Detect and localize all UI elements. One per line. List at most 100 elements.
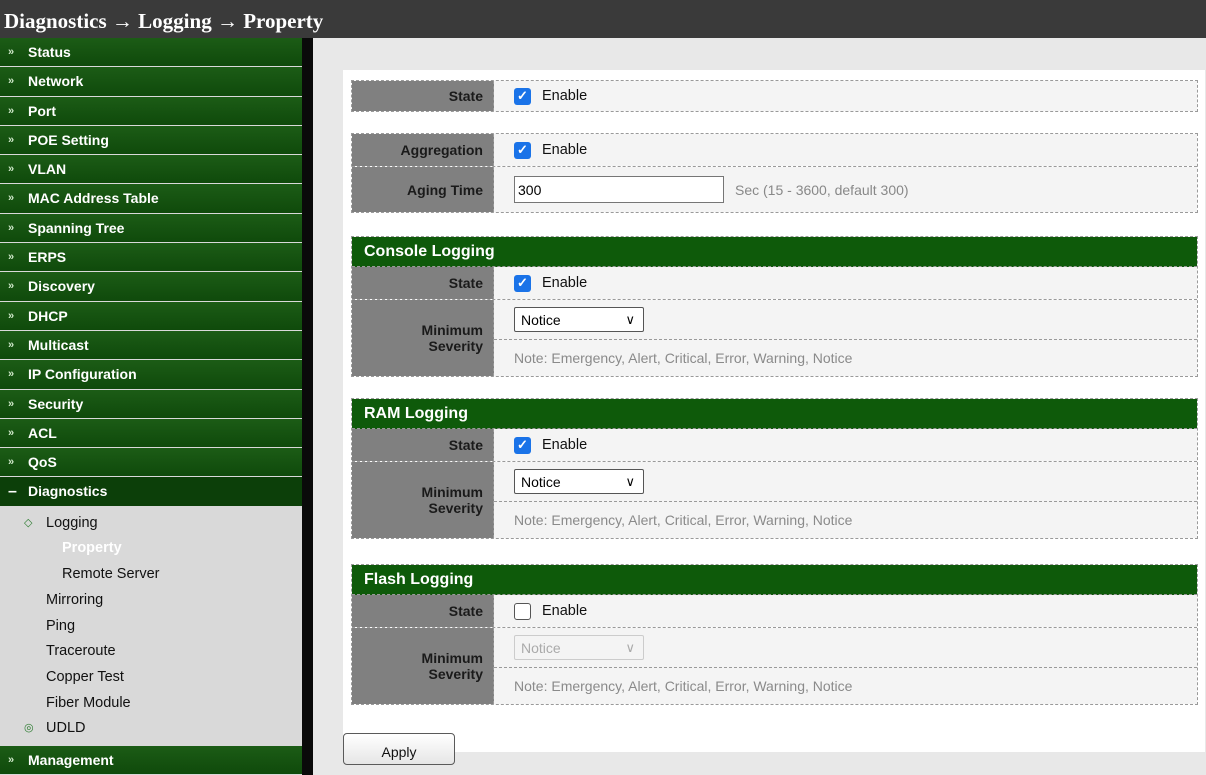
sidebar-item-erps[interactable]: » ERPS: [0, 243, 302, 273]
sidebar-subitem-fiber-module[interactable]: Fiber Module: [0, 691, 302, 717]
sidebar-item-label: Spanning Tree: [28, 219, 125, 236]
ram-severity-value: Notice: [521, 473, 561, 490]
console-enable-checkbox[interactable]: ✓: [514, 274, 531, 292]
flash-enable-checkbox[interactable]: [514, 602, 531, 620]
severity-label-line1: Minimum: [421, 650, 483, 666]
chevron-down-icon: ∨: [625, 473, 635, 489]
flash-severity-value: Notice: [521, 639, 561, 656]
aging-time-hint: Sec (15 - 3600, default 300): [735, 181, 909, 198]
sidebar-item-multicast[interactable]: » Multicast: [0, 330, 302, 361]
sidebar-subitem-copper-test[interactable]: Copper Test: [0, 665, 302, 691]
sidebar-item-label: ACL: [28, 424, 57, 441]
sidebar-subitem-label: Logging: [46, 514, 98, 531]
sidebar-item-security[interactable]: » Security: [0, 389, 302, 419]
main-content: State ✓ Enable Aggregation ✓ Enable Agin…: [313, 38, 1206, 775]
ram-severity-select[interactable]: Notice ∨: [514, 469, 644, 494]
flash-severity-note: Note: Emergency, Alert, Critical, Error,…: [514, 678, 853, 694]
double-chevron-down-icon: »: [8, 397, 15, 410]
sidebar-subitem-label: Copper Test: [46, 668, 124, 685]
sidebar-item-discovery[interactable]: » Discovery: [0, 272, 302, 302]
minus-icon: –: [8, 483, 17, 501]
ram-state-label: State: [352, 429, 494, 461]
sidebar-item-poe-setting[interactable]: » POE Setting: [0, 125, 302, 156]
sidebar-item-label: Status: [28, 44, 71, 60]
ram-severity-row: Minimum Severity Notice ∨ Note: Emergenc…: [352, 461, 1197, 538]
sidebar-item-label: ERPS: [28, 249, 67, 266]
sidebar-item-acl[interactable]: » ACL: [0, 418, 302, 449]
sidebar-item-label: DHCP: [28, 307, 68, 324]
sidebar-item-management[interactable]: » Management: [0, 745, 302, 775]
sidebar: » Status » Network » Port » POE Setting » VLA…: [0, 38, 302, 775]
console-severity-select[interactable]: Notice ∨: [514, 307, 644, 332]
sidebar-item-qos[interactable]: » QoS: [0, 448, 302, 478]
sidebar-subitem-label: Remote Server: [62, 566, 160, 583]
sidebar-subitem-logging[interactable]: ◇ Logging: [0, 511, 302, 537]
double-chevron-down-icon: »: [8, 456, 15, 469]
aggregation-enable-checkbox[interactable]: ✓: [514, 141, 531, 159]
severity-label-line2: Severity: [428, 500, 483, 516]
aging-time-input[interactable]: [514, 176, 724, 203]
double-chevron-down-icon: »: [8, 75, 15, 88]
flash-enable-label: Enable: [542, 603, 588, 619]
console-severity-label: Minimum Severity: [352, 300, 494, 376]
double-chevron-down-icon: »: [8, 368, 15, 381]
sidebar-item-label: Network: [28, 73, 84, 90]
folder-open-icon: ◇: [24, 516, 33, 529]
double-chevron-down-icon: »: [8, 309, 15, 322]
flash-logging-header: Flash Logging: [352, 565, 1197, 595]
flash-severity-select: Notice ∨: [514, 635, 644, 660]
sidebar-subitem-label: Ping: [46, 617, 76, 634]
double-chevron-down-icon: »: [8, 46, 15, 58]
global-state-box: State ✓ Enable: [351, 80, 1198, 112]
ram-severity-label: Minimum Severity: [352, 462, 494, 538]
sidebar-item-dhcp[interactable]: » DHCP: [0, 301, 302, 331]
sidebar-divider: [302, 38, 313, 775]
sidebar-subitem-ping[interactable]: Ping: [0, 614, 302, 640]
double-chevron-down-icon: »: [8, 280, 15, 293]
state-enable-checkbox[interactable]: ✓: [514, 87, 531, 105]
sidebar-item-vlan[interactable]: » VLAN: [0, 155, 302, 185]
flash-logging-box: Flash Logging State Enable Minimum Sever…: [351, 564, 1198, 705]
double-chevron-down-icon: »: [8, 753, 15, 766]
sidebar-item-spanning-tree[interactable]: » Spanning Tree: [0, 213, 302, 244]
sidebar-item-diagnostics[interactable]: – Diagnostics: [0, 477, 302, 507]
state-row: State ✓ Enable: [352, 81, 1197, 111]
sidebar-subitem-property[interactable]: Property: [0, 536, 302, 562]
ram-state-row: State ✓ Enable: [352, 429, 1197, 461]
aging-time-row: Aging Time Sec (15 - 3600, default 300): [352, 166, 1197, 212]
double-chevron-down-icon: »: [8, 338, 15, 351]
double-chevron-down-icon: »: [8, 163, 15, 176]
sidebar-subitem-label: UDLD: [46, 720, 86, 737]
sidebar-item-label: VLAN: [28, 161, 67, 178]
ram-logging-box: RAM Logging State ✓ Enable Minimum Sever…: [351, 398, 1198, 539]
sidebar-subitem-udld[interactable]: ◎ UDLD: [0, 716, 302, 742]
apply-button[interactable]: Apply: [343, 733, 455, 765]
sidebar-item-status[interactable]: » Status: [0, 38, 302, 68]
ram-enable-checkbox[interactable]: ✓: [514, 436, 531, 454]
sidebar-item-mac-address-table[interactable]: » MAC Address Table: [0, 184, 302, 214]
diagnostics-submenu: ◇ Logging Property Remote Server Mirrorin…: [0, 506, 302, 746]
double-chevron-down-icon: »: [8, 221, 15, 234]
sidebar-subitem-label: Mirroring: [46, 591, 104, 608]
sidebar-item-ip-configuration[interactable]: » IP Configuration: [0, 360, 302, 390]
sidebar-subitem-label: Property: [62, 540, 122, 557]
aggregation-row: Aggregation ✓ Enable: [352, 134, 1197, 166]
sidebar-item-label: Port: [28, 102, 56, 119]
sidebar-subitem-remote-server[interactable]: Remote Server: [0, 562, 302, 588]
folder-closed-icon: ◎: [24, 722, 34, 735]
sidebar-item-port[interactable]: » Port: [0, 96, 302, 126]
severity-label-line1: Minimum: [421, 322, 483, 338]
settings-panel: State ✓ Enable Aggregation ✓ Enable Agin…: [343, 70, 1205, 752]
console-severity-value: Notice: [521, 311, 561, 328]
double-chevron-down-icon: »: [8, 104, 15, 117]
chevron-down-icon: ∨: [625, 311, 635, 327]
aging-time-label: Aging Time: [352, 167, 494, 212]
title-bar: Diagnostics → Logging → Property: [0, 0, 1206, 38]
severity-label-line2: Severity: [428, 666, 483, 682]
sidebar-item-label: Diagnostics: [28, 483, 108, 500]
sidebar-subitem-traceroute[interactable]: Traceroute: [0, 639, 302, 665]
page-title: Diagnostics → Logging → Property: [4, 9, 324, 33]
sidebar-item-network[interactable]: » Network: [0, 67, 302, 97]
sidebar-subitem-mirroring[interactable]: Mirroring: [0, 588, 302, 614]
sidebar-item-label: Security: [28, 395, 84, 412]
